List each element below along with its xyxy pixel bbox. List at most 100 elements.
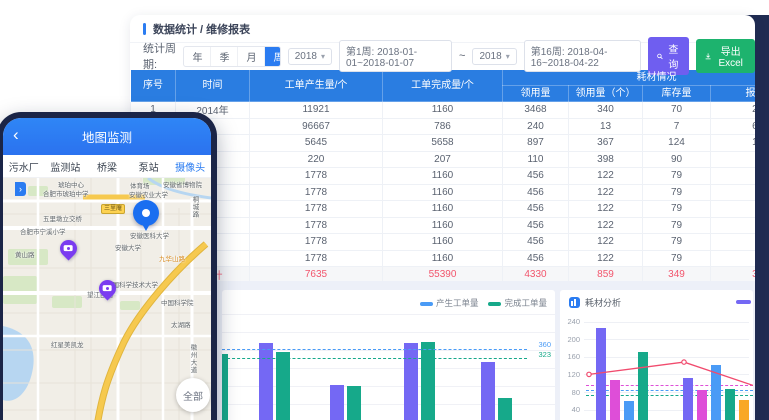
col-header-index: 序号 — [131, 70, 176, 102]
cell: 207 — [383, 151, 503, 168]
show-all-button[interactable]: 全部 — [176, 378, 210, 412]
breadcrumb: 数据统计 / 维修报表 — [153, 21, 250, 37]
cell: 67 — [711, 217, 756, 234]
phone-tab[interactable]: 污水厂 — [3, 159, 45, 174]
cell: 5658 — [383, 135, 503, 152]
bar — [347, 386, 361, 420]
report-table: 序号 时间 工单产生量/个 工单完成量/个 耗材情况 领用量 领用量（个） 库存… — [130, 69, 755, 300]
back-icon[interactable]: ‹ — [13, 124, 19, 146]
bar — [624, 401, 634, 420]
cell: 1778 — [250, 201, 383, 218]
map-expander-button[interactable]: › — [15, 182, 26, 196]
year-start-select[interactable]: 2018 ▾ — [288, 48, 332, 65]
cell: 3468 — [503, 102, 569, 119]
cell: 122 — [569, 168, 643, 185]
table-row: 177811604561227967 — [131, 201, 756, 218]
map-label: 五里墩立交桥 — [43, 213, 82, 223]
gridline — [584, 322, 749, 323]
selected-location-pin[interactable] — [133, 200, 159, 226]
table-row: 96667786240137690 — [131, 118, 756, 135]
cell: 122 — [569, 234, 643, 251]
filter-bar: 统计周期: 年季月周日 2018 ▾ 第1周: 2018-01-01~2018-… — [130, 43, 755, 69]
breadcrumb-accent — [143, 23, 146, 35]
y-tick-label: 40 — [562, 405, 580, 414]
phone-tab[interactable]: 摄像头 — [169, 159, 211, 174]
cell: 5645 — [250, 135, 383, 152]
cell: 67 — [711, 184, 756, 201]
cell: 7 — [643, 118, 711, 135]
stage: 数据统计 / 维修报表 统计周期: 年季月周日 2018 ▾ 第1周: 2018… — [0, 0, 769, 420]
ref-line-323 — [222, 358, 527, 359]
cell: 67 — [711, 234, 756, 251]
week-end-input[interactable]: 第16周: 2018-04-16~2018-04-22 — [524, 40, 641, 72]
map-label: 合肥市琥珀中学 — [43, 188, 89, 198]
cell: 1160 — [383, 168, 503, 185]
map-label: 安徽大学 — [115, 242, 141, 252]
phone-tab[interactable]: 泵站 — [128, 159, 170, 174]
col-header-created: 工单产生量/个 — [250, 70, 383, 102]
query-button[interactable]: 查询 — [648, 37, 689, 75]
phone-tab[interactable]: 桥梁 — [86, 159, 128, 174]
cell: 79 — [643, 250, 711, 267]
export-excel-button[interactable]: 导出Excel — [696, 39, 755, 73]
table-row: 177811604561227967 — [131, 168, 756, 185]
table-row: 2202071103989019 — [131, 151, 756, 168]
workorder-chart-panel: 产生工单量 完成工单量 360 323 — [222, 290, 555, 420]
bar — [596, 328, 606, 420]
col-header-sub1: 领用量 — [503, 86, 569, 102]
y-tick-label: 160 — [562, 352, 580, 361]
year-end-select[interactable]: 2018 ▾ — [472, 48, 516, 65]
phone-mockup: ‹ 地图监测 污水厂监测站桥梁泵站摄像头 — [0, 112, 217, 420]
week-start-input[interactable]: 第1周: 2018-01-01~2018-01-07 — [339, 40, 452, 72]
consumables-chart-panel: 耗材分析 2402001601208040 — [560, 290, 753, 420]
col-header-sub2: 领用量（个） — [569, 86, 643, 102]
table-row: 177811604561227967 — [131, 184, 756, 201]
map-view[interactable]: 琥珀中心合肥市琥珀中学体育场安徽农业大学安徽省博物院桐城路五里墩立交桥安徽医科大… — [3, 178, 211, 420]
cell: 79 — [643, 201, 711, 218]
period-option[interactable]: 月 — [237, 47, 264, 66]
bar — [276, 352, 290, 420]
period-option[interactable]: 季 — [210, 47, 237, 66]
cell: 1778 — [250, 168, 383, 185]
map-label: 红星美凯龙 — [51, 339, 84, 349]
right-chart-plot: 2402001601208040 — [560, 290, 753, 420]
bar — [498, 398, 512, 420]
report-window: 数据统计 / 维修报表 统计周期: 年季月周日 2018 ▾ 第1周: 2018… — [130, 15, 755, 420]
cell: 340 — [569, 102, 643, 119]
bar — [711, 365, 721, 420]
download-icon — [705, 52, 711, 61]
cell: 1160 — [383, 217, 503, 234]
cell: 220 — [250, 151, 383, 168]
range-separator: ~ — [459, 50, 465, 62]
cell: 13 — [569, 118, 643, 135]
table-row: 177811604561227967 — [131, 250, 756, 267]
period-option[interactable]: 年 — [184, 47, 210, 66]
cell: 79 — [643, 234, 711, 251]
table-body: 12014年1192111603468340702509666778624013… — [131, 102, 756, 300]
y-tick-label: 80 — [562, 388, 580, 397]
cell: 690 — [711, 118, 756, 135]
col-header-sub4: 报废量 — [711, 86, 756, 102]
map-label: 安徽农业大学 — [129, 189, 168, 199]
cell: 240 — [503, 118, 569, 135]
cell: 1160 — [383, 234, 503, 251]
bar — [330, 385, 344, 420]
period-option[interactable]: 周 — [264, 47, 280, 66]
bar — [222, 354, 228, 420]
cell: 110 — [503, 151, 569, 168]
cell: 122 — [569, 250, 643, 267]
cell: 70 — [643, 102, 711, 119]
period-label: 统计周期: — [143, 40, 176, 72]
caret-down-icon: ▾ — [321, 52, 325, 61]
phone-tab[interactable]: 监测站 — [45, 159, 87, 174]
search-icon — [657, 52, 663, 61]
cell: 79 — [643, 184, 711, 201]
bar — [259, 343, 273, 420]
cell: 129 — [711, 135, 756, 152]
table-row: 56455658897367124129 — [131, 135, 756, 152]
cell: 96667 — [250, 118, 383, 135]
cell: 398 — [569, 151, 643, 168]
cell: 1778 — [250, 217, 383, 234]
table-row: 177811604561227967 — [131, 234, 756, 251]
cell: 1778 — [250, 234, 383, 251]
